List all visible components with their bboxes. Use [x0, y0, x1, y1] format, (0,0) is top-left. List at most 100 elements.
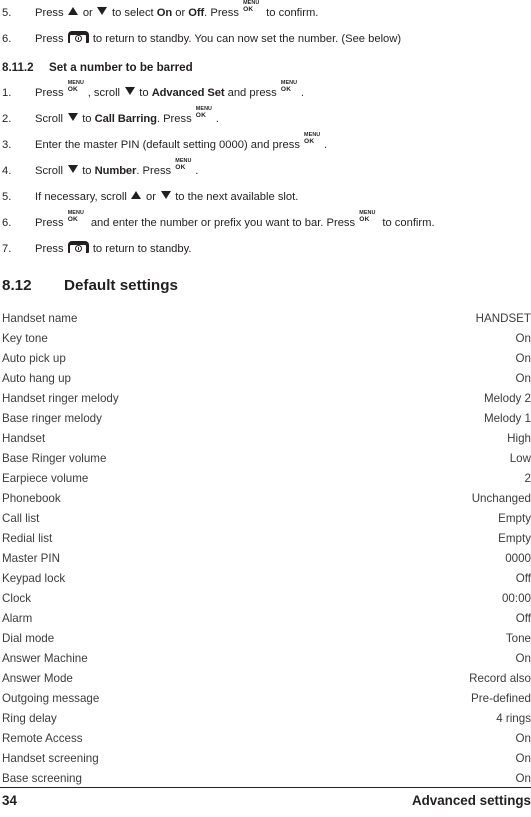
settings-row: Outgoing message Pre-defined [2, 689, 531, 709]
setting-value: On [515, 332, 531, 345]
section-title: Set a number to be barred [49, 61, 193, 74]
step-number: 6. [2, 217, 12, 229]
setting-value: Melody 2 [483, 392, 531, 405]
ok-label: OK [195, 112, 207, 119]
setting-label: Handset name [2, 312, 78, 325]
section-number: 8.11.2 [2, 61, 34, 74]
settings-row: Remote Access On [2, 729, 531, 749]
procedure-step: 6. Press to return to standby. You can no… [2, 26, 531, 52]
settings-row: Clock 00:00 [2, 589, 531, 609]
step-number: 7. [2, 243, 12, 255]
settings-row: Call list Empty [2, 509, 531, 529]
step-text: Press MENU OK, scroll to Advanced Set and… [35, 80, 304, 99]
setting-value: 00:00 [501, 592, 531, 605]
step-text: Press MENU OK and enter the number or pre… [35, 210, 435, 229]
menu-ok-key-icon: MENU OK [359, 210, 378, 227]
procedure-step: 1. Press MENU OK, scroll to Advanced Set a… [2, 80, 531, 106]
step-text: Scroll to Call Barring. Press MENU OK. [35, 106, 219, 125]
settings-row: Base Ringer volume Low [2, 449, 531, 469]
triangle-up-icon [68, 7, 79, 15]
ok-label: OK [243, 6, 254, 13]
continued-steps-list: 5. Press or to select On or Off. Press ME… [2, 0, 531, 52]
settings-row: Handset name HANDSET [2, 309, 531, 329]
setting-label: Call list [2, 512, 40, 525]
setting-label: Earpiece volume [2, 472, 89, 485]
procedure-step: 3. Enter the master PIN (default setting … [2, 132, 531, 158]
section-heading-8-11-2: 8.11.2 Set a number to be barred [2, 58, 531, 78]
procedure-step: 6. Press MENU OK and enter the number or p… [2, 210, 531, 236]
page-content: 5. Press or to select On or Off. Press ME… [2, 0, 531, 789]
setting-label: Key tone [2, 332, 48, 345]
setting-label: Handset ringer melody [2, 392, 119, 405]
settings-row: Base ringer melody Melody 1 [2, 409, 531, 429]
page-number: 34 [2, 793, 17, 808]
settings-row: Earpiece volume 2 [2, 469, 531, 489]
ok-label: OK [304, 138, 315, 145]
setting-value: Empty [498, 532, 531, 545]
setting-value: High [507, 432, 531, 445]
settings-row: Ring delay 4 rings [2, 709, 531, 729]
setting-label: Base screening [2, 772, 82, 785]
step-text: Press to return to standby. [35, 241, 192, 255]
menu-ok-key-icon: MENU OK [67, 80, 87, 97]
step-text: Press to return to standby. You can now … [35, 31, 402, 45]
setting-value: On [515, 352, 531, 365]
settings-row: Alarm Off [2, 609, 531, 629]
menu-ok-key-icon: MENU OK [67, 210, 87, 227]
section-title: Default settings [64, 277, 178, 294]
setting-label: Master PIN [2, 552, 60, 565]
setting-value: Tone [505, 632, 531, 645]
menu-item-name: On [156, 7, 173, 19]
setting-label: Base ringer melody [2, 412, 102, 425]
setting-value: On [515, 732, 531, 745]
setting-value: 2 [524, 472, 531, 485]
menu-item-name: Call Barring [94, 113, 157, 125]
settings-row: Keypad lock Off [2, 569, 531, 589]
setting-label: Answer Mode [2, 672, 73, 685]
triangle-down-icon [67, 165, 78, 173]
setting-value: Record also [469, 672, 531, 685]
setting-value: Off [515, 612, 531, 625]
menu-item-name: Off [188, 7, 205, 19]
step-number: 6. [2, 33, 12, 45]
setting-label: Redial list [2, 532, 53, 545]
ok-label: OK [175, 164, 186, 171]
settings-row: Handset ringer melody Melody 2 [2, 389, 531, 409]
menu-ok-key-icon: MENU OK [280, 80, 300, 97]
step-number: 5. [2, 191, 12, 203]
setting-value: On [515, 372, 531, 385]
power-key-dot [77, 36, 80, 41]
running-head: Advanced settings [411, 793, 531, 808]
ok-label: OK [67, 216, 79, 223]
setting-value: On [515, 652, 531, 665]
setting-value: HANDSET [475, 312, 531, 325]
menu-item-name: Advanced Set [151, 87, 225, 99]
setting-value: Pre-defined [471, 692, 531, 705]
procedure-step: 5. If necessary, scroll or to the next av… [2, 184, 531, 210]
triangle-down-icon [97, 7, 108, 15]
settings-row: Dial mode Tone [2, 629, 531, 649]
setting-label: Outgoing message [2, 692, 100, 705]
menu-ok-key-icon: MENU OK [195, 106, 215, 123]
step-number: 4. [2, 165, 12, 177]
step-text: Scroll to Number. Press MENU OK. [35, 158, 199, 177]
setting-value: 0000 [505, 552, 531, 565]
settings-row: Phonebook Unchanged [2, 489, 531, 509]
step-number: 3. [2, 139, 12, 151]
ok-label: OK [280, 86, 292, 93]
setting-label: Alarm [2, 612, 33, 625]
settings-row: Auto pick up On [2, 349, 531, 369]
setting-value: Melody 1 [483, 412, 531, 425]
triangle-up-icon [131, 191, 142, 199]
setting-label: Auto pick up [2, 352, 66, 365]
setting-label: Handset [2, 432, 46, 445]
menu-ok-key-icon: MENU OK [304, 132, 323, 149]
settings-row: Redial list Empty [2, 529, 531, 549]
setting-label: Dial mode [2, 632, 55, 645]
setting-label: Phonebook [2, 492, 61, 505]
ok-label: OK [359, 216, 370, 223]
setting-label: Remote Access [2, 732, 83, 745]
setting-label: Base Ringer volume [2, 452, 107, 465]
settings-row: Handset screening On [2, 749, 531, 769]
ok-label: OK [67, 86, 79, 93]
